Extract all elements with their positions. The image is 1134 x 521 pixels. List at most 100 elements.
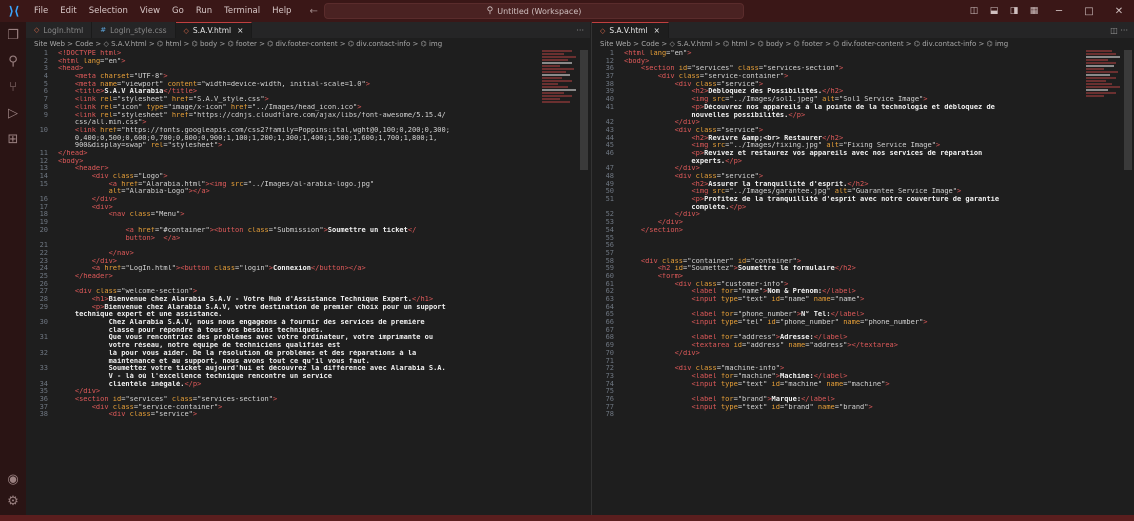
code-line[interactable]: 60 <form> xyxy=(592,272,1134,281)
menu-run[interactable]: Run xyxy=(190,6,218,16)
code-line[interactable]: 18 <nav class="Menu"> xyxy=(26,211,590,219)
close-tab-icon[interactable]: × xyxy=(237,26,243,35)
code-line[interactable]: 25 </header> xyxy=(26,272,590,281)
code-line[interactable]: 27 <div class="welcome-section"> xyxy=(26,288,590,296)
minimap[interactable] xyxy=(542,50,578,120)
code-editor[interactable]: 1 <!DOCTYPE html> 2 <html lang="en"> 3 <head>… xyxy=(26,49,590,515)
code-line[interactable]: 37 <div class="service-container"> xyxy=(26,403,590,412)
code-line[interactable]: 57 xyxy=(592,249,1134,258)
tab-login-html[interactable]: ◇ LogIn.html xyxy=(26,22,93,38)
code-line[interactable]: 59 <h2 id="Soumettez">Soumettre le formu… xyxy=(592,265,1134,273)
code-line[interactable]: 10 <link href="https://fonts.googleapis.… xyxy=(26,126,590,135)
code-line[interactable]: 900&display=swap" rel="stylesheet"> xyxy=(26,142,590,150)
code-line[interactable]: css/all.min.css"> xyxy=(26,119,590,127)
code-line[interactable]: 34 clientèle inégalé.</p> xyxy=(26,380,590,389)
customize-layout-icon[interactable]: ▦ xyxy=(1024,6,1044,16)
code-line[interactable]: 64 xyxy=(592,303,1134,312)
code-line[interactable]: 78 xyxy=(592,411,1134,419)
code-line[interactable]: 46 <p>Revivez et restaurez vos appareils… xyxy=(592,149,1134,158)
code-line[interactable]: 50 <img src="../Images/garantee.jpg" alt… xyxy=(592,188,1134,196)
tab-sav-html[interactable]: ◇ S.A.V.html × xyxy=(592,22,669,38)
tab-login-style-css[interactable]: # LogIn_style.css xyxy=(92,22,176,38)
code-line[interactable]: 44 <h2>Revivre &amp;<br> Restaurer</h2> xyxy=(592,134,1134,143)
code-line[interactable]: complète.</p> xyxy=(592,204,1134,212)
code-line[interactable]: 43 <div class="service"> xyxy=(592,126,1134,135)
code-line[interactable]: 24 <a href="LogIn.html"><button class="l… xyxy=(26,265,590,273)
code-line[interactable]: 38 <div class="service"> xyxy=(592,80,1134,89)
code-line[interactable]: 16 </div> xyxy=(26,195,590,204)
code-line[interactable]: 55 xyxy=(592,234,1134,243)
menu-edit[interactable]: Edit xyxy=(54,6,82,16)
breadcrumb[interactable]: Site Web > Code > ◇ S.A.V.html > ⌬ html … xyxy=(592,38,1134,50)
code-line[interactable]: 26 xyxy=(26,280,590,289)
code-line[interactable]: 39 <h2>Débloquez des Possibilités.</h2> xyxy=(592,88,1134,96)
code-line[interactable]: 21 xyxy=(26,241,590,250)
code-line[interactable]: 5 <meta name="viewport" content="width=d… xyxy=(26,80,590,89)
code-line[interactable]: V - là où l'excellence technique rencont… xyxy=(26,373,590,381)
code-line[interactable]: 12 <body> xyxy=(26,157,590,166)
code-line[interactable]: 28 <h1>Bienvenue chez Alarabia S.A.V - V… xyxy=(26,295,590,304)
code-line[interactable]: 37 <div class="service-container"> xyxy=(592,72,1134,81)
code-line[interactable]: votre réseau, notre équipe de technicien… xyxy=(26,342,590,350)
code-line[interactable]: maintenance et au support, nous avons to… xyxy=(26,358,590,366)
search-view-icon[interactable]: ⚲ xyxy=(0,48,26,74)
code-line[interactable]: 41 <p>Découvrez nos appareils à la point… xyxy=(592,103,1134,112)
code-line[interactable]: experts.</p> xyxy=(592,158,1134,166)
vertical-scrollbar[interactable] xyxy=(1124,50,1132,170)
menu-selection[interactable]: Selection xyxy=(83,6,134,16)
explorer-icon[interactable]: ❐ xyxy=(0,22,26,48)
code-line[interactable]: 73 <label for="machine">Machine:</label> xyxy=(592,372,1134,381)
code-line[interactable]: 35 </div> xyxy=(26,388,590,396)
code-line[interactable]: 75 xyxy=(592,388,1134,396)
code-line[interactable]: 11 </head> xyxy=(26,149,590,158)
code-line[interactable]: classe pour répondre à tous vos besoins … xyxy=(26,327,590,335)
code-line[interactable]: 54 </section> xyxy=(592,226,1134,235)
code-line[interactable]: 17 <div> xyxy=(26,203,590,212)
close-tab-icon[interactable]: × xyxy=(654,26,660,35)
code-line[interactable]: 12 <body> xyxy=(592,57,1134,66)
code-line[interactable]: 58 <div class="container" id="container"… xyxy=(592,257,1134,266)
code-line[interactable]: 23 </div> xyxy=(26,257,590,266)
menu-go[interactable]: Go xyxy=(166,6,190,16)
code-line[interactable]: 70 </div> xyxy=(592,349,1134,358)
code-line[interactable]: 62 <label for="name">Nom & Prénom:</labe… xyxy=(592,288,1134,296)
code-line[interactable]: 69 <textarea id="address" name="address"… xyxy=(592,341,1134,350)
code-line[interactable]: 6 <title>S.A.V Alarabia</title> xyxy=(26,88,590,96)
source-control-icon[interactable]: ⑂ xyxy=(0,74,26,100)
toggle-primary-sidebar-icon[interactable]: ◫ xyxy=(964,6,984,16)
code-line[interactable]: 52 </div> xyxy=(592,211,1134,219)
code-line[interactable]: 1 <html lang="en"> xyxy=(592,49,1134,58)
code-line[interactable]: 61 <div class="customer-info"> xyxy=(592,280,1134,289)
code-line[interactable]: 51 <p>Profitez de la tranquillité d'espr… xyxy=(592,195,1134,204)
run-debug-icon[interactable]: ▷ xyxy=(0,100,26,126)
code-line[interactable]: 7 <link rel="stylesheet" href="S.A.V_sty… xyxy=(26,95,590,104)
code-line[interactable]: 53 </div> xyxy=(592,218,1134,227)
code-line[interactable]: 22 </nav> xyxy=(26,249,590,258)
code-line[interactable]: 68 <label for="address">Adresse:</label> xyxy=(592,334,1134,342)
menu-terminal[interactable]: Terminal xyxy=(218,6,266,16)
code-line[interactable]: 38 <div class="service"> xyxy=(26,411,590,419)
code-line[interactable]: 47 </div> xyxy=(592,165,1134,173)
code-line[interactable]: 31 Que vous rencontriez des problèmes av… xyxy=(26,334,590,342)
minimap[interactable] xyxy=(1086,50,1122,120)
menu-help[interactable]: Help xyxy=(266,6,297,16)
code-line[interactable]: 33 Soumettez votre ticket aujourd'hui et… xyxy=(26,364,590,373)
code-line[interactable]: 29 <p>Bienvenue chez Alarabia S.A.V, vot… xyxy=(26,303,590,312)
code-line[interactable]: 32 là pour vous aider. De la résolution … xyxy=(26,349,590,358)
code-line[interactable]: alt="Alarabia-Logo"></a> xyxy=(26,188,590,196)
code-line[interactable]: 76 <label for="brand">Marque:</label> xyxy=(592,395,1134,404)
code-line[interactable]: 77 <input type="text" id="brand" name="b… xyxy=(592,403,1134,412)
toggle-secondary-sidebar-icon[interactable]: ◨ xyxy=(1004,6,1024,16)
code-line[interactable]: 36 <section id="services" class="service… xyxy=(592,65,1134,73)
toggle-panel-icon[interactable]: ⬓ xyxy=(984,6,1004,16)
maximize-icon[interactable]: □ xyxy=(1074,6,1104,17)
code-line[interactable]: 2 <html lang="en"> xyxy=(26,57,590,66)
code-line[interactable]: 49 <h2>Assurer la tranquillité d'esprit.… xyxy=(592,180,1134,189)
vertical-scrollbar[interactable] xyxy=(580,50,588,170)
minimize-icon[interactable]: ─ xyxy=(1044,6,1074,17)
code-line[interactable]: technique expert et une assistance. xyxy=(26,311,590,319)
menu-view[interactable]: View xyxy=(134,6,166,16)
code-line[interactable]: 9 <link rel="stylesheet" href="https://c… xyxy=(26,111,590,120)
code-line[interactable]: 66 <input type="tel" id="phone_number" n… xyxy=(592,318,1134,327)
code-line[interactable]: 1 <!DOCTYPE html> xyxy=(26,49,590,58)
